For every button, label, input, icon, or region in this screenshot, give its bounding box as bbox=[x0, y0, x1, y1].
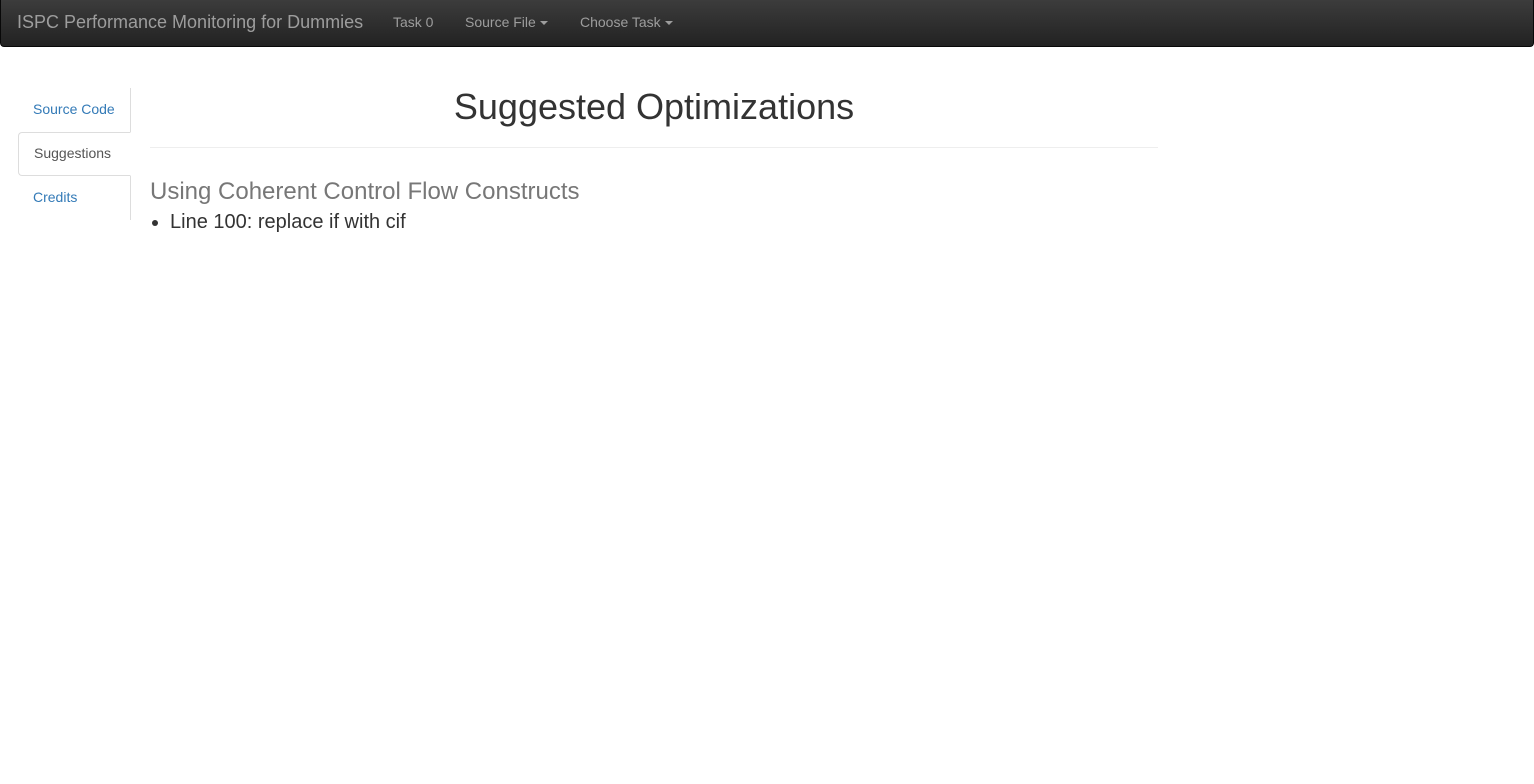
sidebar-item-credits[interactable]: Credits bbox=[18, 176, 130, 220]
section-title: Using Coherent Control Flow Constructs bbox=[150, 178, 580, 205]
sidebar-item-label: Suggestions bbox=[34, 145, 112, 161]
top-navbar: ISPC Performance Monitoring for Dummies … bbox=[0, 0, 1534, 47]
page-header: Suggested Optimizations bbox=[150, 80, 1158, 148]
navbar-brand[interactable]: ISPC Performance Monitoring for Dummies bbox=[17, 0, 363, 46]
sidebar-item-label: Credits bbox=[33, 189, 78, 205]
suggestion-list: Line 100: replace if with cif bbox=[150, 208, 406, 236]
sidebar-item-suggestions[interactable]: Suggestions bbox=[18, 132, 131, 176]
nav-source-file-label: Source File bbox=[465, 14, 536, 30]
caret-down-icon bbox=[539, 21, 548, 26]
nav-choose-task-dropdown[interactable]: Choose Task bbox=[580, 0, 673, 46]
sidebar-item-label: Source Code bbox=[33, 101, 115, 117]
nav-choose-task-label: Choose Task bbox=[580, 14, 661, 30]
list-item: Line 100: replace if with cif bbox=[170, 208, 406, 236]
nav-task-0-label: Task 0 bbox=[393, 14, 434, 30]
page-title: Suggested Optimizations bbox=[453, 86, 855, 127]
nav-task-0[interactable]: Task 0 bbox=[393, 0, 433, 46]
nav-source-file-dropdown[interactable]: Source File bbox=[465, 0, 548, 46]
sidebar-item-source-code[interactable]: Source Code bbox=[18, 88, 130, 132]
caret-down-icon bbox=[664, 21, 673, 26]
